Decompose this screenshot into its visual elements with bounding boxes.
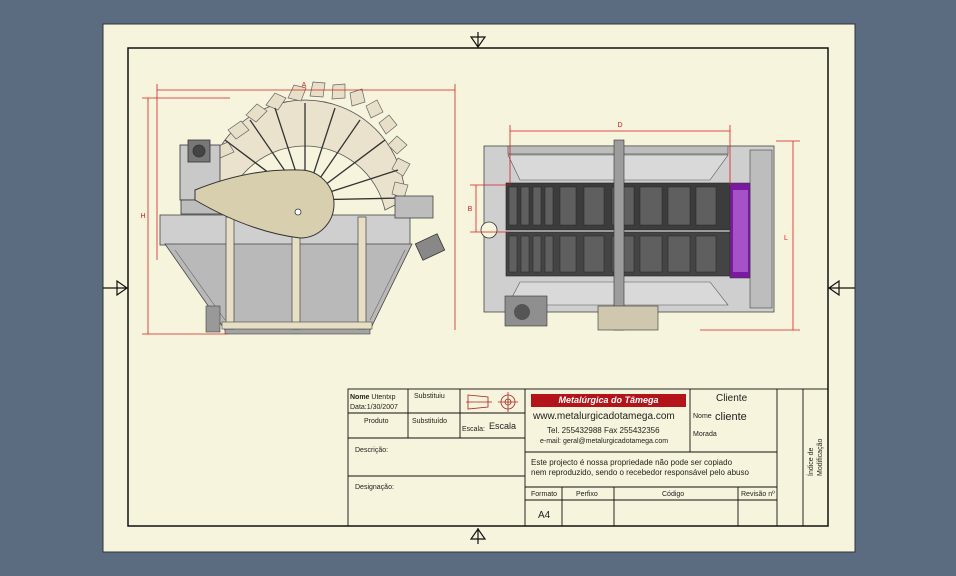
morada-label: Morada xyxy=(693,431,717,438)
notice-line2: nem reproduzido, sendo o recebedor respo… xyxy=(531,468,749,477)
company-logo: Metalúrgica do Tâmega xyxy=(531,394,686,407)
dim-b-label: B xyxy=(468,206,473,213)
escala-value: Escala xyxy=(489,421,517,431)
dim-d-label: D xyxy=(617,122,622,129)
top-view xyxy=(470,125,800,331)
formato-value: A4 xyxy=(538,510,551,521)
designacao-label: Designação: xyxy=(355,484,394,491)
company-website: www.metalurgicadotamega.com xyxy=(533,411,675,422)
nome-label: Nome Utentxp xyxy=(350,394,396,401)
indice-line2: Modificação xyxy=(817,438,824,476)
company-email: e-mail: geral@metalurgicadotamega.com xyxy=(540,438,669,445)
codigo-label: Código xyxy=(662,491,685,498)
substituiu-label: Substituiu xyxy=(414,393,445,400)
formato-label: Formato xyxy=(531,491,558,498)
dim-h-label: H xyxy=(140,213,145,220)
data-label: Data:1/30/2007 xyxy=(350,404,398,411)
revisao-label: Revisão nº xyxy=(741,491,775,498)
perfixo-label: Perfixo xyxy=(576,491,598,498)
drawing-sheet: A H D B L xyxy=(102,23,856,553)
dim-l-label: L xyxy=(784,235,788,242)
company-phone: Tel. 255432988 Fax 255432356 xyxy=(547,426,660,435)
cliente-title: Cliente xyxy=(716,393,748,404)
nome-cliente-label: Nome xyxy=(693,413,712,420)
substituido-label: Substituído xyxy=(412,418,448,425)
notice-line1: Este projecto é nossa propriedade não po… xyxy=(531,458,733,467)
dim-a-label: A xyxy=(302,82,307,89)
indice-line1: Índice de xyxy=(808,447,815,476)
produto-label: Produto xyxy=(364,418,389,425)
escala-label: Escala: xyxy=(462,426,485,433)
nome-cliente-value: cliente xyxy=(715,411,747,423)
descricao-label: Descrição: xyxy=(355,447,389,454)
